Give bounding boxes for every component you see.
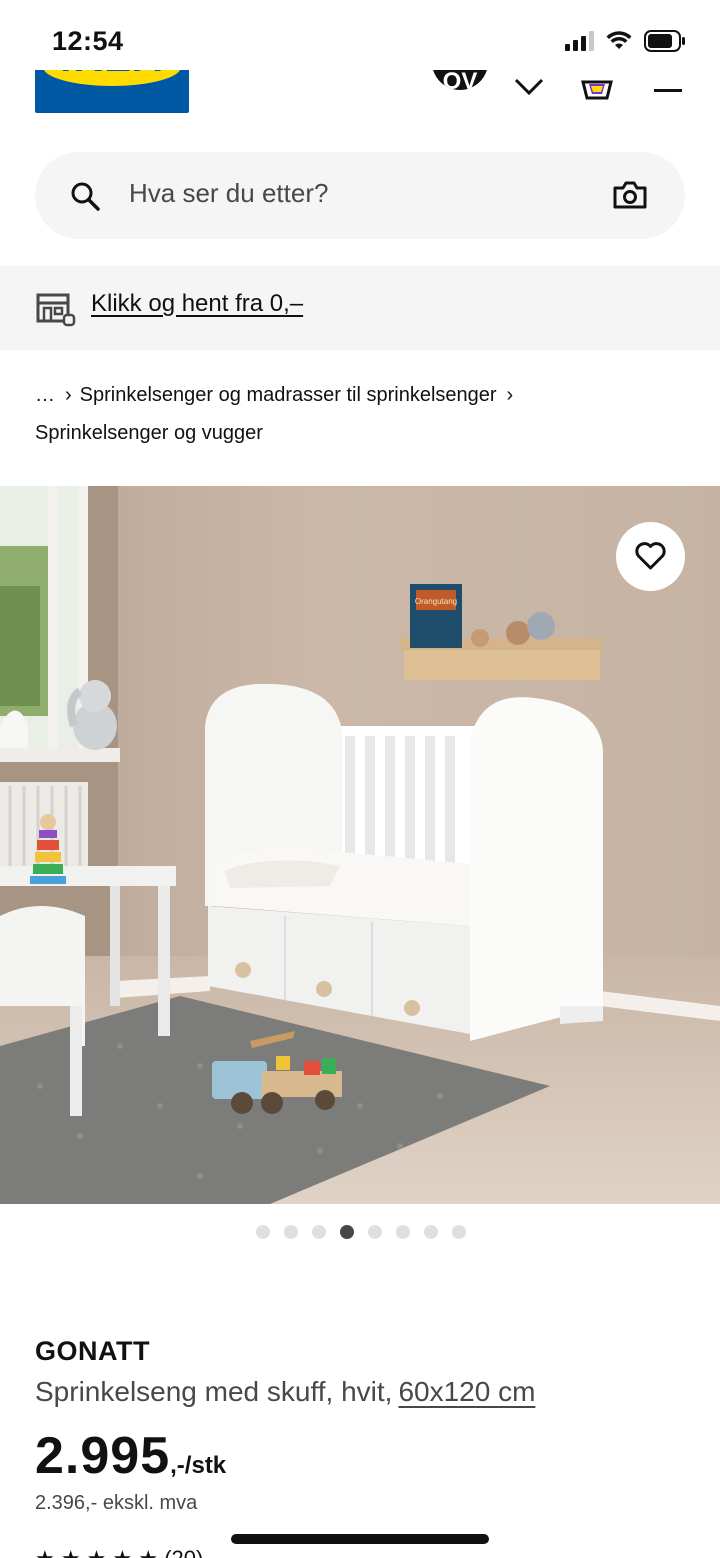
home-indicator[interactable] <box>231 1534 489 1544</box>
rating-count: (20) <box>164 1546 203 1558</box>
product-description: Sprinkelseng med skuff, hvit, 60x120 cm <box>35 1376 535 1408</box>
user-avatar[interactable]: OV <box>432 70 488 90</box>
price-suffix: ,-/stk <box>170 1452 227 1479</box>
product-description-text: Sprinkelseng med skuff, hvit, <box>35 1376 393 1407</box>
carousel-dot[interactable] <box>312 1225 326 1239</box>
ikea-logo[interactable]: IKEA <box>35 70 189 113</box>
image-carousel-dots <box>256 1225 466 1239</box>
battery-icon <box>644 30 685 52</box>
add-to-favorites-button[interactable] <box>616 522 685 591</box>
product-rating[interactable]: ★ ★ ★ ★ ★ (20) <box>35 1546 203 1558</box>
carousel-dot[interactable] <box>256 1225 270 1239</box>
product-price: 2.995,-/stk <box>35 1426 226 1486</box>
heart-icon <box>635 542 666 570</box>
rating-stars-icon: ★ ★ ★ ★ ★ <box>35 1546 158 1558</box>
carousel-dot[interactable] <box>284 1225 298 1239</box>
store-pickup-icon <box>36 293 76 327</box>
status-time: 12:54 <box>52 26 124 56</box>
status-icons <box>565 30 686 52</box>
breadcrumb-ellipsis[interactable]: … <box>35 384 55 406</box>
logo-text: IKEA <box>35 70 189 81</box>
price-excl-vat: 2.396,- ekskl. mva <box>35 1492 198 1514</box>
carousel-dot[interactable] <box>368 1225 382 1239</box>
click-collect-banner[interactable]: Klikk og hent fra 0,– <box>0 266 720 350</box>
click-collect-link[interactable]: Klikk og hent fra 0,– <box>91 290 303 318</box>
crib-room-illustration: Orangutang <box>0 486 720 1204</box>
camera-search-icon[interactable] <box>613 180 647 210</box>
search-icon <box>71 182 100 211</box>
cellular-signal-icon <box>565 31 594 51</box>
chevron-right-icon: › <box>506 384 514 406</box>
product-name: GONATT <box>35 1336 150 1366</box>
product-dimension-link[interactable]: 60x120 cm <box>398 1376 535 1407</box>
breadcrumb: … › Sprinkelsenger og madrasser til sprink… <box>35 376 695 452</box>
breadcrumb-item[interactable]: Sprinkelsenger og madrasser til sprinkel… <box>80 384 497 406</box>
price-amount: 2.995 <box>35 1427 171 1485</box>
carousel-dot[interactable] <box>396 1225 410 1239</box>
favorites-heart-icon[interactable] <box>513 74 545 98</box>
menu-icon[interactable] <box>654 89 682 92</box>
search-bar[interactable]: Hva ser du etter? <box>35 152 685 239</box>
shopping-bag-icon[interactable] <box>580 72 614 100</box>
status-bar: 12:54 <box>0 0 720 80</box>
breadcrumb-item[interactable]: Sprinkelsenger og vugger <box>35 422 263 444</box>
product-image[interactable]: Orangutang <box>0 486 720 1204</box>
chevron-right-icon: › <box>65 384 72 406</box>
carousel-dot[interactable] <box>452 1225 466 1239</box>
book-title-text: Orangutang <box>415 597 457 606</box>
search-input[interactable]: Hva ser du etter? <box>129 178 328 209</box>
carousel-dot[interactable] <box>424 1225 438 1239</box>
wifi-icon <box>606 31 632 49</box>
site-header: IKEA OV <box>0 70 720 120</box>
carousel-dot-active[interactable] <box>340 1225 354 1239</box>
